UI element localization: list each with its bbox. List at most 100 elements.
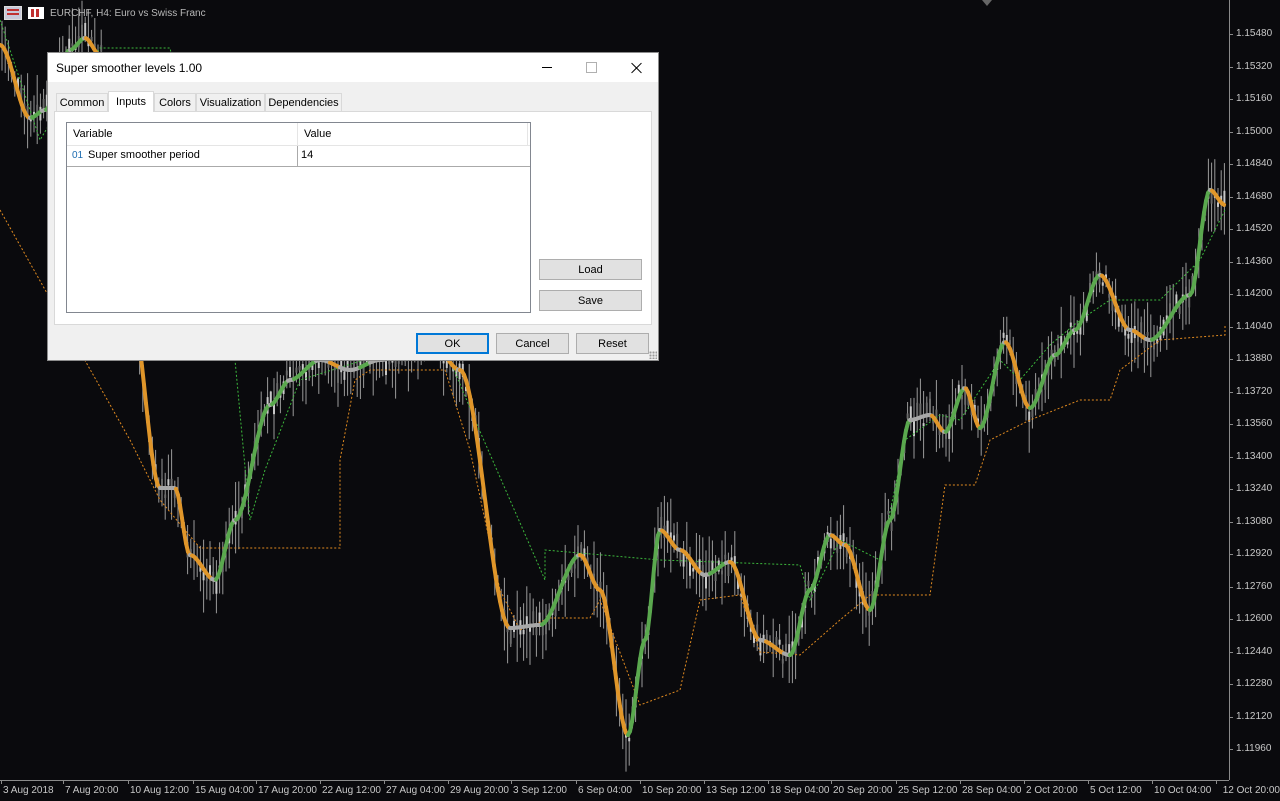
column-header-value[interactable]: Value — [298, 123, 527, 145]
candle-body — [929, 399, 931, 415]
row-value-field[interactable]: 14 — [301, 149, 313, 161]
smoother-segment — [480, 461, 482, 476]
time-tick — [256, 780, 257, 784]
time-label: 18 Sep 04:00 — [770, 785, 830, 796]
ok-button[interactable]: OK — [416, 333, 489, 354]
tab-dependencies[interactable]: Dependencies — [265, 93, 342, 111]
smoother-segment — [1202, 213, 1204, 227]
time-label: 20 Sep 20:00 — [833, 785, 893, 796]
tab-colors[interactable]: Colors — [154, 93, 196, 111]
smoother-segment — [614, 663, 616, 678]
time-tick — [1088, 780, 1089, 784]
smoother-segment — [1198, 243, 1200, 259]
smoother-segment — [634, 692, 636, 708]
price-label: 1.12920 — [1236, 548, 1272, 559]
smoother-segment — [898, 470, 900, 485]
time-label: 22 Aug 12:00 — [322, 785, 381, 796]
price-tick — [1229, 132, 1233, 133]
price-tick — [1229, 67, 1233, 68]
symbol-flag-icon[interactable] — [4, 6, 22, 20]
price-label: 1.14360 — [1236, 256, 1272, 267]
smoother-segment — [492, 552, 494, 566]
smoother-segment — [648, 611, 650, 628]
candle-body — [676, 534, 678, 547]
smoother-segment — [152, 455, 154, 468]
indicator-properties-dialog: Super smoother levels 1.00 Common Inputs… — [47, 52, 659, 361]
candle-body — [628, 738, 630, 741]
price-label: 1.14840 — [1236, 158, 1272, 169]
price-label: 1.14680 — [1236, 191, 1272, 202]
candle-body — [907, 413, 909, 418]
candle-body — [286, 371, 288, 376]
candle-body — [1102, 282, 1104, 285]
smoother-segment — [896, 485, 898, 499]
smoother-segment — [880, 552, 882, 565]
price-label: 1.15160 — [1236, 93, 1272, 104]
reset-button[interactable]: Reset — [576, 333, 649, 354]
price-tick — [1229, 294, 1233, 295]
trade-panel-icon[interactable] — [28, 7, 44, 19]
smoother-segment — [478, 446, 480, 461]
time-tick — [1024, 780, 1025, 784]
smoother-segment — [650, 590, 652, 611]
tab-inputs[interactable]: Inputs — [108, 91, 154, 112]
close-icon — [631, 62, 643, 74]
smoother-segment — [632, 708, 634, 722]
candle-body — [1003, 333, 1005, 338]
inputs-grid[interactable]: Variable Value 01 Super smoother period … — [66, 122, 531, 313]
time-label: 10 Aug 12:00 — [130, 785, 189, 796]
price-label: 1.13400 — [1236, 451, 1272, 462]
column-header-variable[interactable]: Variable — [67, 123, 297, 145]
price-tick — [1229, 457, 1233, 458]
candle-body — [43, 99, 45, 108]
load-button[interactable]: Load — [539, 259, 642, 280]
candle-body — [721, 570, 723, 574]
time-label: 25 Sep 12:00 — [898, 785, 958, 796]
candle-body — [1108, 294, 1110, 298]
price-label: 1.12760 — [1236, 581, 1272, 592]
table-row[interactable]: 01 Super smoother period 14 — [67, 146, 530, 167]
smoother-segment — [1196, 258, 1198, 272]
resize-grip-icon[interactable] — [649, 351, 657, 359]
price-label: 1.13240 — [1236, 483, 1272, 494]
candle-body — [523, 630, 525, 634]
tab-common[interactable]: Common — [56, 93, 108, 111]
chart-shift-marker[interactable] — [982, 0, 992, 6]
candle-body — [724, 555, 726, 559]
time-tick — [193, 780, 194, 784]
time-tick — [320, 780, 321, 784]
candle-body — [327, 364, 329, 367]
smoother-segment — [486, 507, 488, 522]
smoother-segment — [484, 491, 486, 506]
time-tick — [640, 780, 641, 784]
time-label: 3 Sep 12:00 — [513, 785, 567, 796]
tab-visualization[interactable]: Visualization — [196, 93, 265, 111]
save-button[interactable]: Save — [539, 290, 642, 311]
candle-body — [679, 551, 681, 563]
minimize-button[interactable] — [524, 53, 569, 82]
column-divider[interactable] — [527, 123, 528, 145]
price-tick — [1229, 327, 1233, 328]
smoother-segment — [638, 660, 640, 675]
price-label: 1.12440 — [1236, 646, 1272, 657]
dialog-titlebar[interactable]: Super smoother levels 1.00 — [48, 53, 658, 82]
grid-header: Variable Value — [67, 123, 530, 146]
candle-body — [1217, 202, 1219, 207]
time-tick — [1, 780, 2, 784]
price-tick — [1229, 652, 1233, 653]
price-label: 1.12280 — [1236, 678, 1272, 689]
maximize-button[interactable] — [569, 53, 614, 82]
smoother-segment — [488, 522, 490, 537]
close-button[interactable] — [614, 53, 659, 82]
price-tick — [1229, 164, 1233, 165]
candle-body — [673, 535, 675, 540]
maximize-icon — [586, 62, 597, 73]
price-label: 1.13720 — [1236, 386, 1272, 397]
candle-body — [164, 495, 166, 498]
smoother-segment — [618, 693, 620, 707]
smoother-segment — [878, 565, 880, 578]
price-label: 1.14040 — [1236, 321, 1272, 332]
price-label: 1.15320 — [1236, 61, 1272, 72]
smoother-segment — [1200, 227, 1202, 243]
cancel-button[interactable]: Cancel — [496, 333, 569, 354]
